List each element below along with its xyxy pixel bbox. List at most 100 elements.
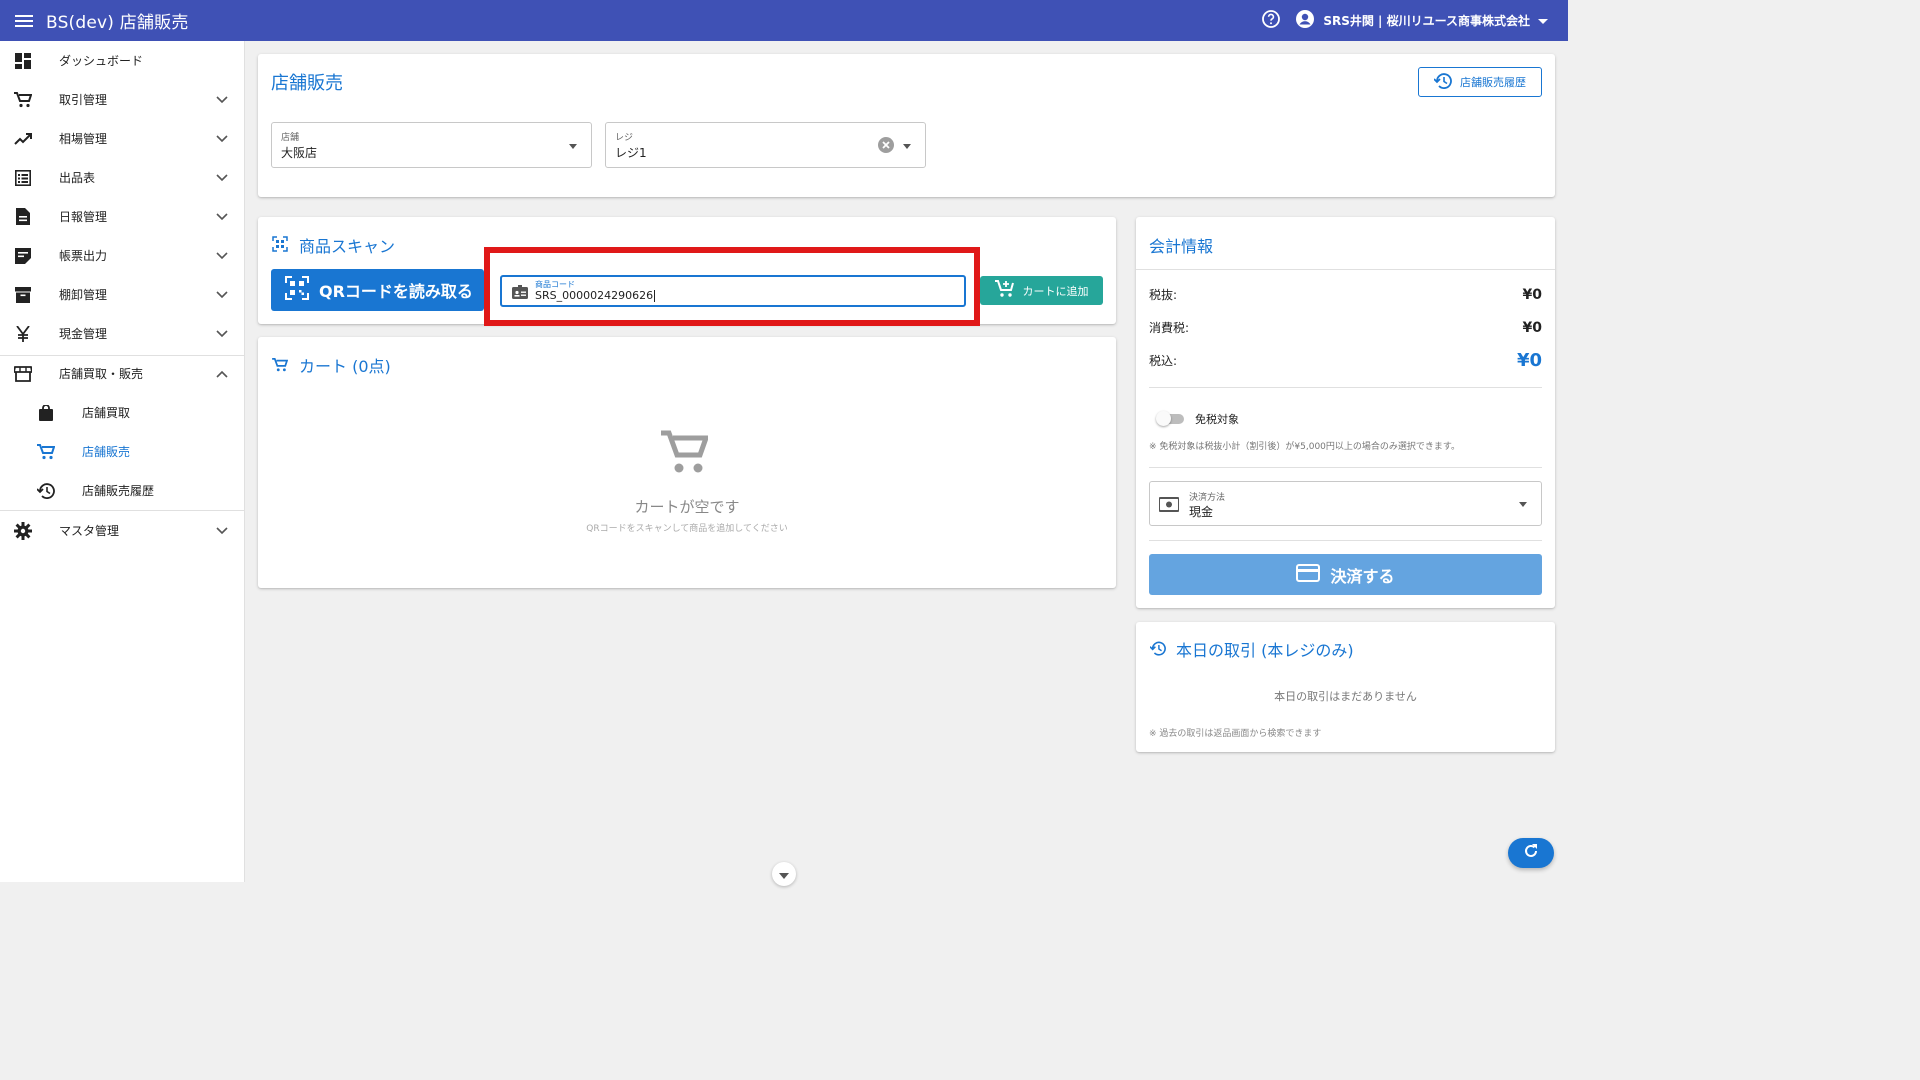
menu-icon[interactable] [12, 0, 36, 41]
chevron-down-icon [214, 287, 230, 303]
help-icon[interactable] [1261, 9, 1281, 33]
tax-value: ¥0 [1522, 319, 1542, 336]
cart-title: カート (0点) [299, 357, 391, 376]
subtotal-row: 税抜: ¥0 [1149, 286, 1542, 303]
refresh-button[interactable] [1508, 838, 1554, 868]
subtotal-value: ¥0 [1522, 286, 1542, 303]
chevron-up-icon [214, 366, 230, 382]
dropdown-arrow-icon [1519, 502, 1527, 507]
credit-card-icon [1296, 563, 1321, 586]
sidebar-item-market[interactable]: 相場管理 [0, 119, 245, 158]
qr-code-icon [285, 276, 309, 304]
sidebar-item-label: 帳票出力 [59, 249, 108, 263]
accounting-header-divider [1136, 269, 1555, 270]
cart-icon [14, 91, 32, 109]
sidebar-item-daily-report[interactable]: 日報管理 [0, 197, 245, 236]
sidebar-item-store-trade[interactable]: 店舗買取・販売 [0, 354, 245, 393]
accounting-title: 会計情報 [1149, 237, 1214, 256]
scroll-down-button[interactable] [772, 862, 796, 886]
pay-button[interactable]: 決済する [1149, 554, 1542, 595]
document-icon [14, 208, 32, 226]
sidebar-item-label: 取引管理 [59, 93, 108, 107]
sidebar: ダッシュボード 取引管理 相場管理 出品表 日報管理 帳票出力 棚卸管理 現金管… [0, 41, 245, 882]
sidebar-item-listing[interactable]: 出品表 [0, 158, 245, 197]
history-icon [1149, 641, 1166, 660]
tax-exempt-toggle[interactable] [1156, 411, 1186, 426]
register-select-label: レジ [615, 133, 634, 143]
sidebar-item-label: マスタ管理 [59, 524, 120, 538]
read-qr-label: QRコードを読み取る [319, 282, 473, 301]
chevron-down-icon [214, 326, 230, 342]
accounting-divider [1149, 540, 1542, 541]
sale-history-label: 店舗販売履歴 [1460, 76, 1526, 89]
today-transactions-note: ※ 過去の取引は返品画面から検索できます [1149, 729, 1322, 739]
refresh-icon [1523, 843, 1539, 863]
cart-empty-hint: QRコードをスキャンして商品を追加してください [586, 524, 788, 534]
user-menu[interactable]: SRS井関 | 桜川リユース商事株式会社 [1295, 9, 1548, 32]
chevron-down-icon [214, 248, 230, 264]
register-select[interactable]: レジ レジ1 [605, 122, 926, 168]
pay-button-label: 決済する [1330, 566, 1395, 586]
bag-icon [37, 404, 55, 422]
sidebar-item-label: 店舗買取 [82, 406, 131, 420]
note-icon [14, 247, 32, 265]
cart-icon [37, 443, 55, 461]
tax-label: 消費税: [1149, 321, 1190, 335]
sale-history-button[interactable]: 店舗販売履歴 [1418, 67, 1542, 97]
highlight-box [484, 247, 980, 326]
cash-icon [1158, 496, 1180, 516]
gear-icon [14, 521, 32, 540]
sidebar-item-label: 出品表 [59, 171, 96, 185]
register-select-value: レジ1 [615, 146, 647, 160]
payment-method-select[interactable]: 決済方法 現金 [1149, 481, 1542, 526]
sidebar-item-label: 棚卸管理 [59, 288, 108, 302]
sidebar-item-label: 相場管理 [59, 132, 108, 146]
sidebar-item-dashboard[interactable]: ダッシュボード [0, 41, 245, 80]
sidebar-item-label: ダッシュボード [59, 54, 144, 68]
add-to-cart-button[interactable]: カートに追加 [980, 276, 1103, 305]
sidebar-item-transactions[interactable]: 取引管理 [0, 80, 245, 119]
sidebar-item-store-sale[interactable]: 店舗販売 [0, 432, 245, 471]
chevron-down-icon [214, 92, 230, 108]
sidebar-item-label: 日報管理 [59, 210, 108, 224]
sidebar-item-label: 店舗販売 [82, 445, 131, 459]
user-name: SRS井関 | 桜川リユース商事株式会社 [1323, 14, 1530, 28]
dashboard-icon [14, 52, 32, 70]
chevron-down-icon [214, 523, 230, 539]
trending-up-icon [14, 130, 32, 148]
store-select-label: 店舗 [281, 133, 300, 143]
read-qr-button[interactable]: QRコードを読み取る [271, 269, 484, 311]
dropdown-arrow-icon [903, 144, 911, 149]
sidebar-item-store-sale-history[interactable]: 店舗販売履歴 [0, 471, 245, 510]
store-select[interactable]: 店舗 大阪店 [271, 122, 592, 168]
store-select-value: 大阪店 [281, 146, 318, 160]
payment-method-label: 決済方法 [1189, 493, 1226, 503]
sidebar-item-store-buy[interactable]: 店舗買取 [0, 393, 245, 432]
cart-empty-title: カートが空です [634, 498, 740, 516]
chevron-down-icon [1538, 14, 1548, 28]
payment-method-value: 現金 [1189, 505, 1214, 519]
accounting-divider [1149, 387, 1542, 388]
history-icon [37, 482, 55, 500]
app-title: BS(dev) 店舗販売 [46, 13, 189, 33]
list-icon [14, 169, 32, 187]
toggle-knob [1156, 411, 1171, 426]
sidebar-item-label: 店舗買取・販売 [59, 367, 144, 381]
total-label: 税込: [1149, 354, 1178, 368]
sidebar-item-inventory[interactable]: 棚卸管理 [0, 275, 245, 314]
today-transactions-empty: 本日の取引はまだありません [1274, 690, 1417, 703]
store-icon [14, 365, 32, 383]
clear-icon[interactable] [878, 137, 894, 157]
tax-exempt-note: ※ 免税対象は税抜小計（割引後）が¥5,000円以上の場合のみ選択できます。 [1149, 442, 1460, 452]
dropdown-arrow-icon [569, 144, 577, 149]
sidebar-item-cash[interactable]: 現金管理 [0, 314, 245, 353]
empty-cart-icon [660, 430, 710, 480]
add-cart-icon [994, 280, 1015, 301]
yen-icon [14, 325, 32, 343]
chevron-down-icon [214, 170, 230, 186]
sidebar-item-master[interactable]: マスタ管理 [0, 511, 245, 550]
sidebar-item-forms[interactable]: 帳票出力 [0, 236, 245, 275]
history-icon [1433, 72, 1452, 92]
tax-row: 消費税: ¥0 [1149, 319, 1542, 336]
total-row: 税込: ¥0 [1149, 350, 1542, 371]
